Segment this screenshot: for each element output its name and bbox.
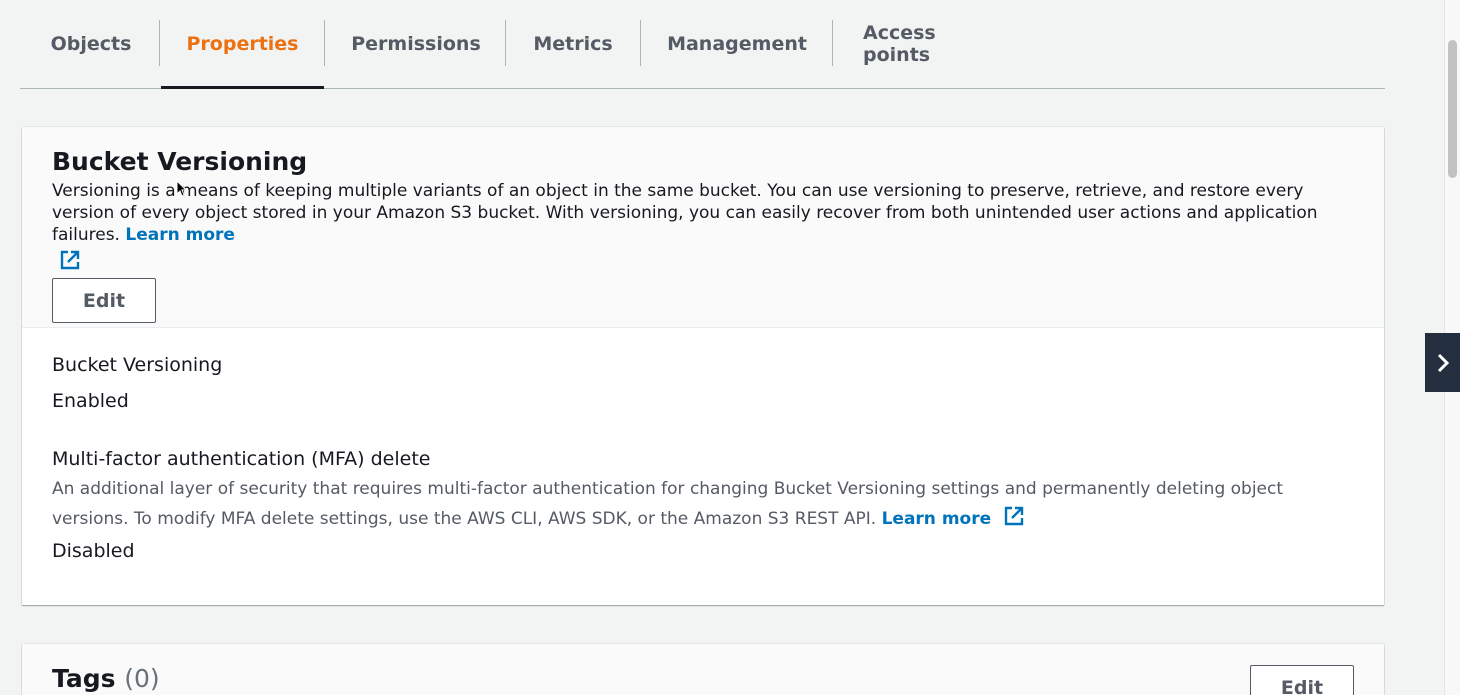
versioning-value: Enabled [52,390,129,412]
bucket-versioning-panel: Bucket Versioning Versioning is a means … [22,127,1384,605]
tab-management[interactable]: Management [667,0,807,87]
scrollbar-thumb[interactable] [1448,40,1457,178]
external-link-icon[interactable] [1003,505,1025,527]
tab-bar: Objects Properties Permissions Metrics M… [20,0,1385,89]
edit-versioning-button[interactable]: Edit [52,278,156,323]
tags-title-text: Tags [52,664,116,693]
tags-title: Tags (0) [52,664,1354,693]
tab-divider [832,20,833,66]
mfa-description-text: An additional layer of security that req… [52,479,1284,529]
tab-metrics[interactable]: Metrics [533,0,612,87]
description-text: Versioning is a means of keeping multipl… [52,181,1318,245]
panel-title: Bucket Versioning [52,147,308,176]
tab-access-points[interactable]: Access points [863,0,997,87]
edit-tags-button[interactable]: Edit [1250,665,1354,695]
mfa-label: Multi-factor authentication (MFA) delete [52,448,431,470]
mouse-cursor-icon [176,180,188,197]
tab-properties[interactable]: Properties [161,0,324,89]
tags-count: (0) [124,664,160,693]
mfa-value: Disabled [52,540,135,562]
tags-panel-header: Tags (0) Edit [22,644,1384,695]
tab-permissions[interactable]: Permissions [351,0,481,87]
panel-header: Bucket Versioning Versioning is a means … [22,127,1384,328]
mfa-learn-more-link[interactable]: Learn more [882,509,992,529]
tab-divider [159,20,160,66]
tab-objects[interactable]: Objects [50,0,132,87]
tab-divider [505,20,506,66]
tab-divider [640,20,641,66]
panel-description: Versioning is a means of keeping multipl… [52,180,1352,274]
tab-divider [324,20,325,66]
versioning-label: Bucket Versioning [52,354,223,376]
chevron-right-icon [1437,353,1449,372]
external-link-icon[interactable] [59,249,81,271]
mfa-description: An additional layer of security that req… [52,474,1352,534]
learn-more-link[interactable]: Learn more [125,225,235,245]
panel-body: Bucket Versioning Enabled Multi-factor a… [22,328,1384,592]
side-panel-toggle[interactable] [1425,333,1460,392]
tags-panel: Tags (0) Edit [22,644,1384,695]
